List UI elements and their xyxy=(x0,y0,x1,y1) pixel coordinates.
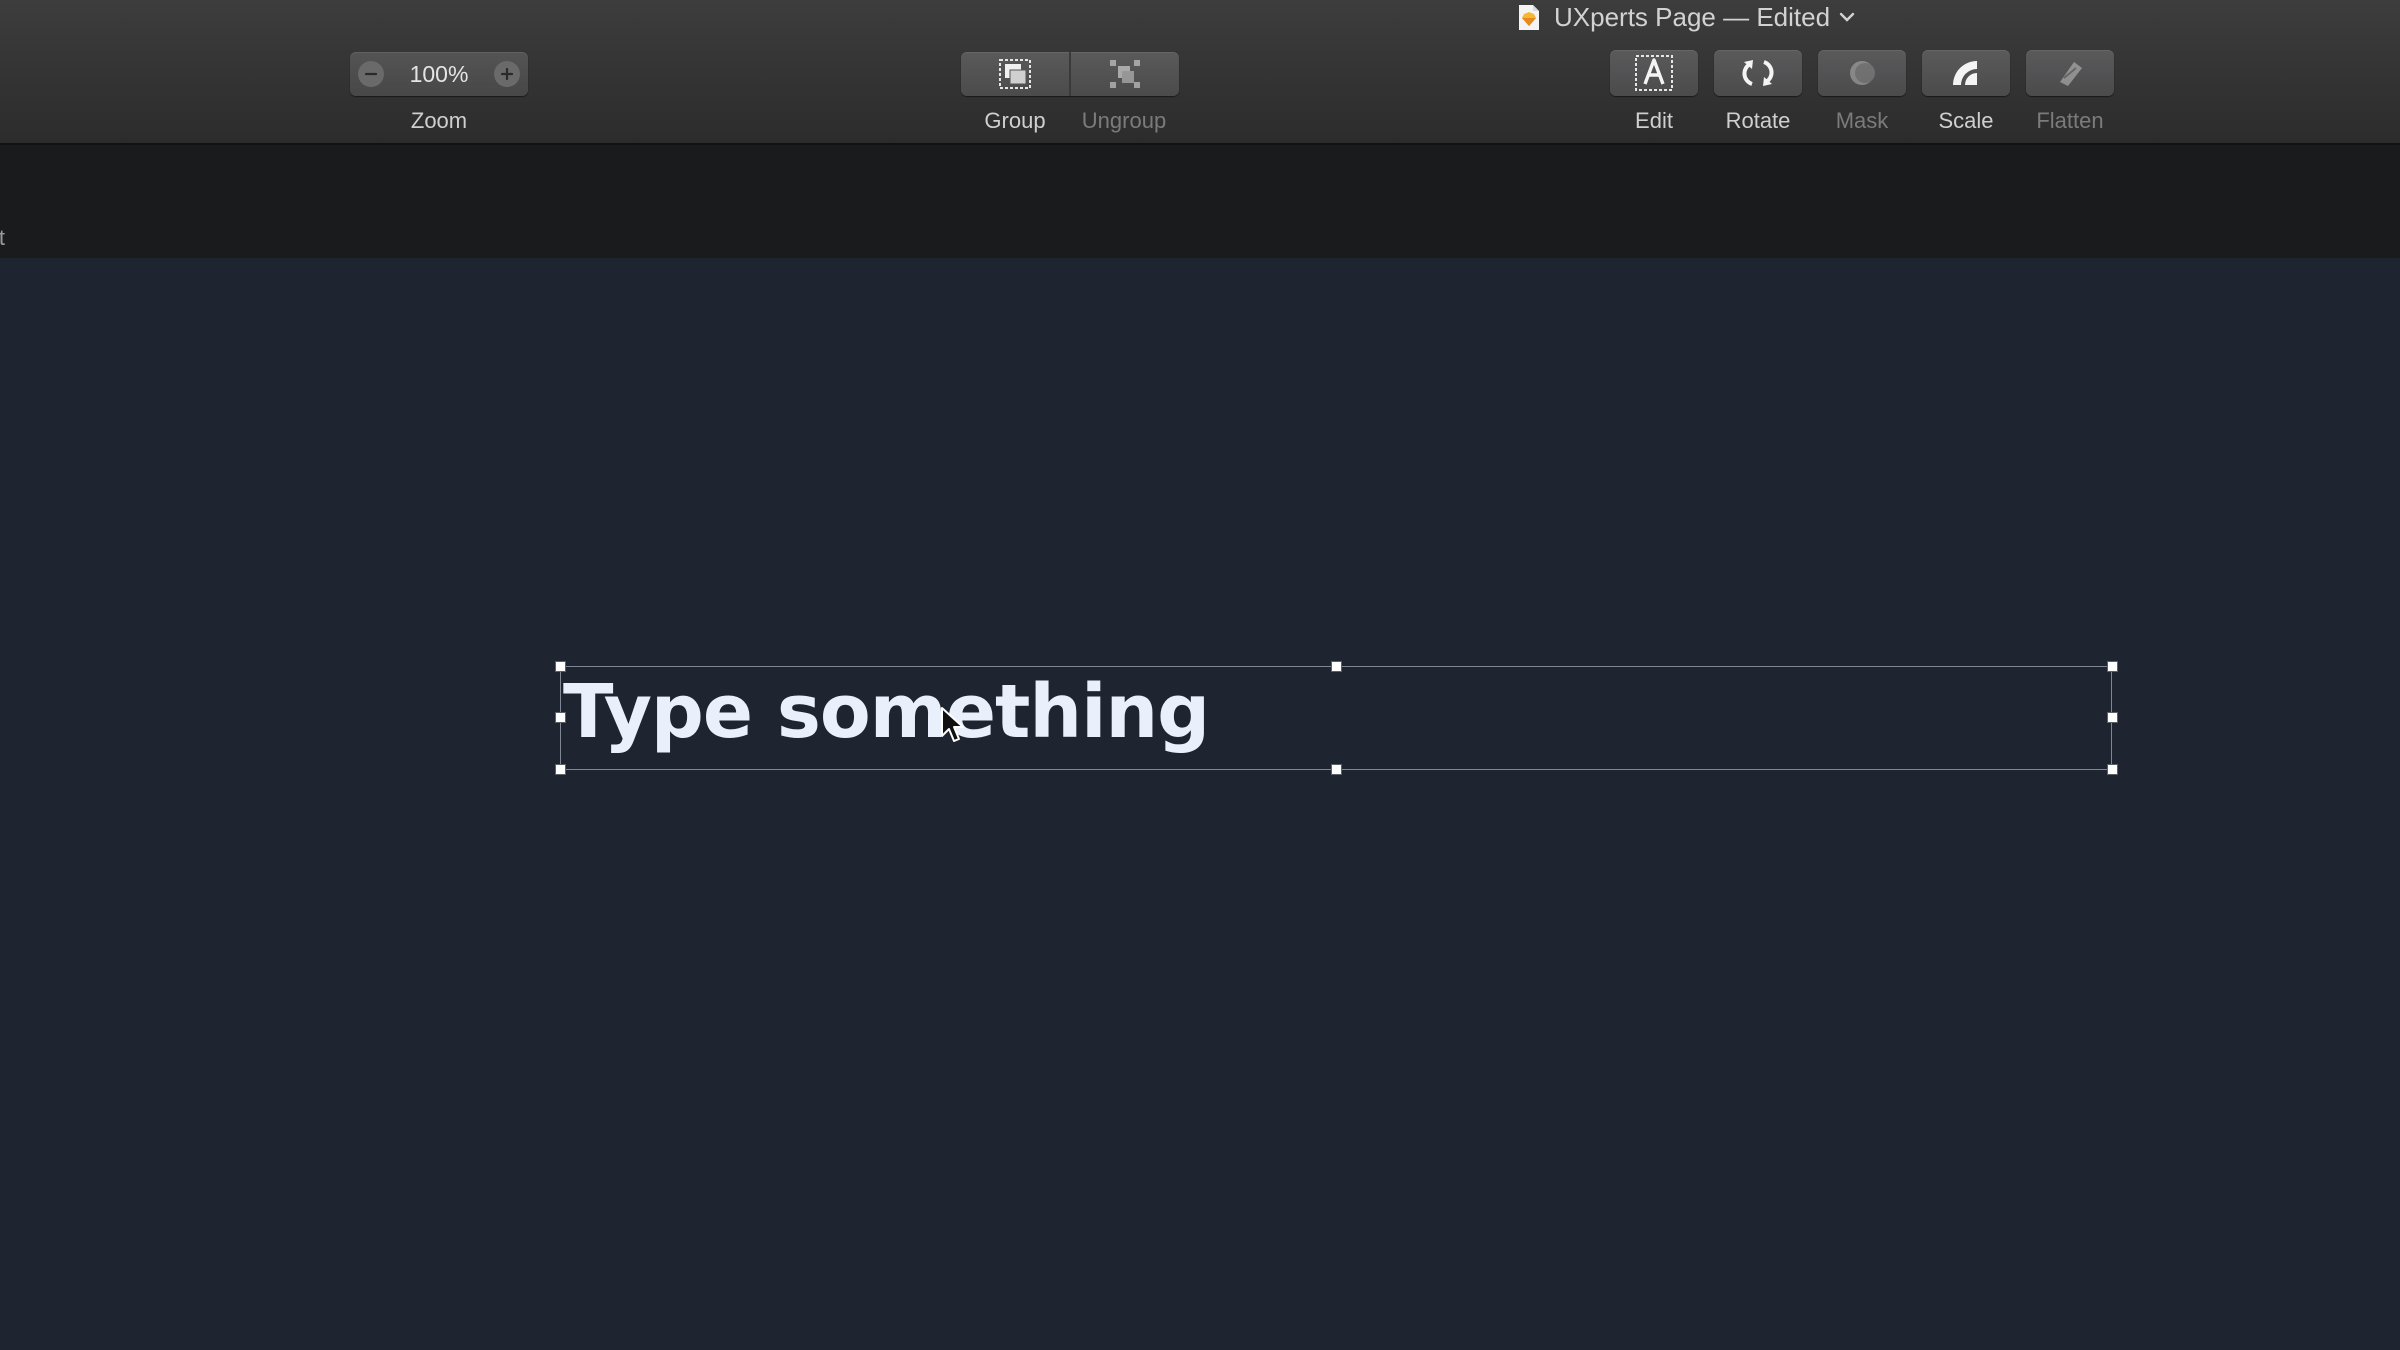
plus-icon xyxy=(500,67,514,81)
ungroup-icon xyxy=(1110,60,1140,88)
flatten-label: Flatten xyxy=(2036,108,2104,133)
sketch-window: UXperts Page — Edited 100% Zoom Group Un… xyxy=(0,0,2400,1350)
rotate-button[interactable] xyxy=(1714,50,1802,96)
resize-handle-bottom-left[interactable] xyxy=(555,764,566,775)
zoom-value: 100% xyxy=(409,60,469,87)
document-title-text: UXperts Page — Edited xyxy=(1554,1,1831,32)
mask-button[interactable] xyxy=(1818,50,1906,96)
edit-button[interactable] xyxy=(1610,50,1698,96)
ungroup-label: Ungroup xyxy=(1081,108,1167,133)
zoom-in-button[interactable] xyxy=(493,61,520,87)
zoom-out-button[interactable] xyxy=(358,61,384,87)
zoom-label: Zoom xyxy=(410,108,468,133)
resize-handle-top-left[interactable] xyxy=(555,661,566,672)
flatten-button[interactable] xyxy=(2026,50,2114,96)
ungroup-button[interactable] xyxy=(1069,52,1179,96)
chevron-down-icon[interactable] xyxy=(1838,11,1856,23)
toolbar: UXperts Page — Edited 100% Zoom Group Un… xyxy=(0,0,2400,145)
flatten-icon xyxy=(2060,62,2082,86)
text-edit-icon xyxy=(1635,55,1673,91)
mouse-cursor-icon xyxy=(941,707,964,742)
mask-icon xyxy=(1850,61,1875,85)
sketch-document-icon xyxy=(1519,4,1539,30)
resize-handle-middle-right[interactable] xyxy=(2107,712,2118,723)
resize-handle-top-center[interactable] xyxy=(1331,661,1342,672)
truncated-label: lt xyxy=(0,225,5,250)
group-icon xyxy=(999,59,1031,89)
resize-handle-bottom-center[interactable] xyxy=(1331,764,1342,775)
resize-handle-bottom-right[interactable] xyxy=(2107,764,2118,775)
document-title[interactable]: UXperts Page — Edited xyxy=(1518,0,1856,34)
text-layer-content[interactable]: Type something xyxy=(563,675,1210,749)
rotate-icon xyxy=(1742,60,1774,86)
scale-icon xyxy=(1953,61,1977,85)
group-button[interactable] xyxy=(961,52,1069,96)
resize-handle-top-right[interactable] xyxy=(2107,661,2118,672)
canvas[interactable] xyxy=(0,258,2400,1350)
group-ungroup-control xyxy=(961,52,1179,96)
scale-button[interactable] xyxy=(1922,50,2010,96)
zoom-control: 100% xyxy=(350,52,528,96)
minus-icon xyxy=(364,72,378,76)
selected-text-layer[interactable]: Type something xyxy=(560,666,2112,770)
secondary-bar: lt xyxy=(0,145,2400,259)
resize-handle-middle-left[interactable] xyxy=(555,712,566,723)
